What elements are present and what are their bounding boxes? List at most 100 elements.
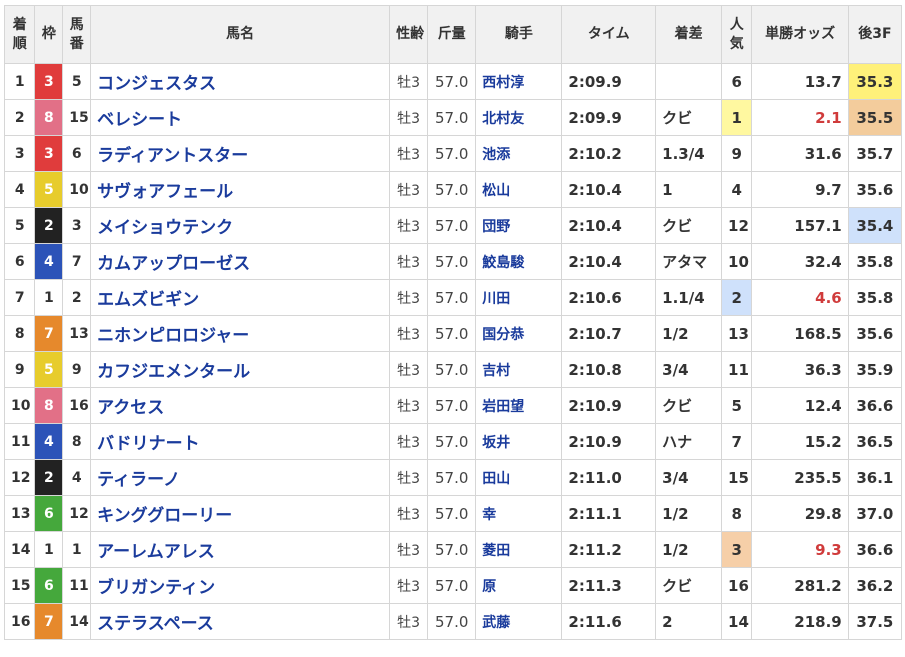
jockey-link[interactable]: 北村友 [475,99,563,136]
header-sex-age[interactable]: 性齢 [389,5,429,64]
weight-cell: 57.0 [427,603,477,640]
waku-badge: 8 [35,388,62,423]
horse-name-link[interactable]: カフジエメンタール [90,351,391,388]
waku-badge: 7 [35,316,62,351]
header-waku[interactable]: 枠 [34,5,64,64]
jockey-link[interactable]: 武藤 [475,603,563,640]
jockey-link[interactable]: 田山 [475,459,563,496]
horse-name-link[interactable]: メイショウテンク [90,207,391,244]
table-row: 15 6 11 ブリガンティン 牡3 57.0 原 2:11.3 クビ 16 281.2 36.2 [3,567,903,604]
jockey-link[interactable]: 松山 [475,171,563,208]
waku-cell: 1 [34,531,64,568]
sex-age-cell: 牡3 [389,171,429,208]
rank-cell: 14 [3,531,36,568]
jockey-link[interactable]: 団野 [475,207,563,244]
jockey-link[interactable]: 池添 [475,135,563,172]
weight-cell: 57.0 [427,243,477,280]
horse-name-link[interactable]: サヴォアフェール [90,171,391,208]
jockey-link[interactable]: 岩田望 [475,387,563,424]
horse-name-link[interactable]: ブリガンティン [90,567,391,604]
popularity-cell: 6 [721,63,753,100]
margin-cell: 1/2 [655,531,723,568]
weight-cell: 57.0 [427,459,477,496]
sex-age-cell: 牡3 [389,531,429,568]
horse-number-cell: 12 [62,495,92,532]
horse-number-cell: 13 [62,315,92,352]
horse-name-link[interactable]: バドリナート [90,423,391,460]
horse-name-link[interactable]: アクセス [90,387,391,424]
waku-badge: 5 [35,352,62,387]
header-margin[interactable]: 着差 [655,5,723,64]
waku-badge: 6 [35,496,62,531]
margin-cell: アタマ [655,243,723,280]
horse-name-link[interactable]: キンググローリー [90,495,391,532]
odds-cell: 12.4 [751,387,849,424]
horse-name-link[interactable]: ニホンピロロジャー [90,315,391,352]
sex-age-cell: 牡3 [389,315,429,352]
waku-badge: 3 [35,136,62,171]
waku-badge: 5 [35,172,62,207]
margin-cell: 1/2 [655,315,723,352]
header-name[interactable]: 馬名 [90,5,391,64]
rank-cell: 15 [3,567,36,604]
header-weight[interactable]: 斤量 [427,5,477,64]
sex-age-cell: 牡3 [389,603,429,640]
waku-cell: 4 [34,423,64,460]
margin-cell: 3/4 [655,459,723,496]
jockey-link[interactable]: 菱田 [475,531,563,568]
table-row: 5 2 3 メイショウテンク 牡3 57.0 団野 2:10.4 クビ 12 157.1 35.4 [3,207,903,244]
horse-name-link[interactable]: カムアップローゼス [90,243,391,280]
weight-cell: 57.0 [427,171,477,208]
table-row: 10 8 16 アクセス 牡3 57.0 岩田望 2:10.9 クビ 5 12.4 36.6 [3,387,903,424]
header-odds[interactable]: 単勝オッズ [751,5,849,64]
header-popularity[interactable]: 人気 [721,5,753,64]
horse-name-link[interactable]: ラディアントスター [90,135,391,172]
horse-name-link[interactable]: ティラーノ [90,459,391,496]
margin-cell: クビ [655,567,723,604]
header-rank[interactable]: 着順 [3,5,36,64]
horse-name-link[interactable]: ステラスペース [90,603,391,640]
weight-cell: 57.0 [427,567,477,604]
sex-age-cell: 牡3 [389,63,429,100]
sex-age-cell: 牡3 [389,423,429,460]
horse-number-cell: 9 [62,351,92,388]
last3f-cell: 35.6 [847,315,903,352]
horse-name-link[interactable]: ベレシート [90,99,391,136]
header-time[interactable]: タイム [561,5,657,64]
jockey-link[interactable]: 原 [475,567,563,604]
horse-number-cell: 8 [62,423,92,460]
horse-name-link[interactable]: コンジェスタス [90,63,391,100]
table-row: 8 7 13 ニホンピロロジャー 牡3 57.0 国分恭 2:10.7 1/2 13 168.5 35… [3,315,903,352]
header-last3f[interactable]: 後3F [847,5,903,64]
margin-cell: クビ [655,99,723,136]
jockey-link[interactable]: 鮫島駿 [475,243,563,280]
odds-cell: 168.5 [751,315,849,352]
header-jockey[interactable]: 騎手 [475,5,563,64]
time-cell: 2:11.3 [561,567,657,604]
waku-badge: 3 [35,64,62,99]
header-num[interactable]: 馬番 [62,5,92,64]
table-row: 2 8 15 ベレシート 牡3 57.0 北村友 2:09.9 クビ 1 2.1 35.5 [3,99,903,136]
horse-name-link[interactable]: アーレムアレス [90,531,391,568]
jockey-link[interactable]: 国分恭 [475,315,563,352]
time-cell: 2:10.4 [561,207,657,244]
rank-cell: 6 [3,243,36,280]
jockey-link[interactable]: 幸 [475,495,563,532]
rank-cell: 8 [3,315,36,352]
jockey-link[interactable]: 吉村 [475,351,563,388]
waku-cell: 1 [34,279,64,316]
horse-name-link[interactable]: エムズビギン [90,279,391,316]
waku-cell: 7 [34,603,64,640]
waku-badge: 4 [35,244,62,279]
jockey-link[interactable]: 西村淳 [475,63,563,100]
jockey-link[interactable]: 川田 [475,279,563,316]
table-row: 12 2 4 ティラーノ 牡3 57.0 田山 2:11.0 3/4 15 235.5 36.1 [3,459,903,496]
jockey-link[interactable]: 坂井 [475,423,563,460]
weight-cell: 57.0 [427,135,477,172]
waku-cell: 5 [34,351,64,388]
time-cell: 2:10.4 [561,171,657,208]
table-header: 着順 枠 馬番 馬名 性齢 斤量 騎手 タイム 着差 人気 単勝オッズ 後3F [3,5,903,64]
weight-cell: 57.0 [427,315,477,352]
rank-cell: 5 [3,207,36,244]
rank-cell: 4 [3,171,36,208]
